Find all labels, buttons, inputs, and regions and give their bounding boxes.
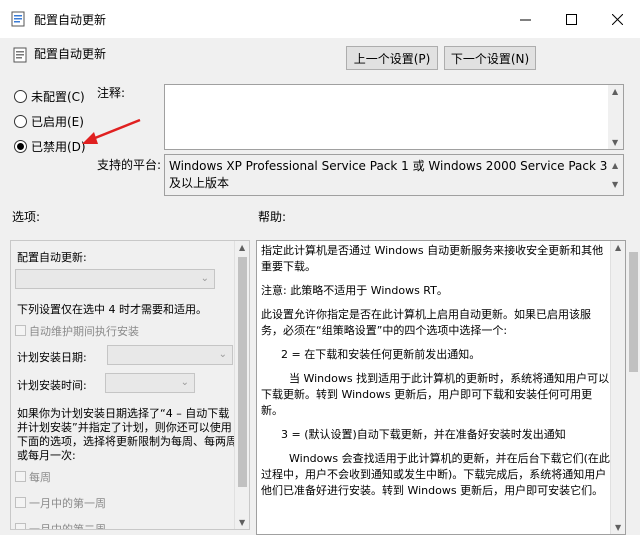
chevron-down-icon: ⌄ <box>180 377 189 388</box>
help-paragraph: 当 Windows 找到适用于此计算机的更新时，系统将通知用户可以下载更新。转到… <box>261 372 610 417</box>
maintenance-label: 自动维护期间执行安装 <box>29 325 139 338</box>
radio-label: 已启用(E) <box>31 115 84 129</box>
maintenance-checkbox[interactable] <box>15 325 26 336</box>
radio-not-configured[interactable]: 未配置(C) <box>14 88 85 105</box>
weekly-label: 每周 <box>29 471 51 484</box>
help-paragraph: 指定此计算机是否通过 Windows 自动更新服务来接收安全更新和其他重要下载。 <box>261 244 604 273</box>
window-title: 配置自动更新 <box>34 13 107 27</box>
scroll-down-icon[interactable]: ▼ <box>612 138 618 147</box>
help-paragraph: Windows 会查找适用于此计算机的更新，并在后台下载它们(在此过程中，用户不… <box>261 452 610 497</box>
setting-icon <box>13 47 27 63</box>
scroll-up-icon[interactable]: ▲ <box>615 243 621 252</box>
options-paragraph-line: 或每月一次: <box>17 449 76 462</box>
platform-field: Windows XP Professional Service Pack 1 或… <box>164 154 624 196</box>
configure-label: 配置自动更新: <box>17 251 87 264</box>
previous-setting-button[interactable]: 上一个设置(P) <box>346 46 438 70</box>
schedule-time-dropdown[interactable]: ⌄ <box>105 373 195 393</box>
help-scrollbar[interactable]: ▲ ▼ <box>610 241 625 534</box>
close-button[interactable] <box>594 0 640 38</box>
help-section-label: 帮助: <box>258 210 287 224</box>
chevron-down-icon: ⌄ <box>200 273 209 284</box>
options-panel: 配置自动更新: ⌄ 下列设置仅在选中 4 时才需要和适用。 自动维护期间执行安装… <box>10 240 250 530</box>
help-paragraph: 2 = 在下载和安装任何更新前发出通知。 <box>281 348 481 361</box>
schedule-time-label: 计划安装时间: <box>17 379 87 392</box>
setting-title: 配置自动更新 <box>34 47 107 61</box>
options-section-label: 选项: <box>12 210 41 224</box>
radio-disabled[interactable]: 已禁用(D) <box>14 138 86 155</box>
schedule-day-dropdown[interactable]: ⌄ <box>107 345 233 365</box>
radio-button[interactable] <box>14 140 27 153</box>
scroll-thumb[interactable] <box>629 252 638 372</box>
first-week-checkbox[interactable] <box>15 497 26 508</box>
scroll-up-icon[interactable]: ▲ <box>239 243 245 252</box>
scroll-up-icon[interactable]: ▲ <box>612 157 618 174</box>
window-scrollbar[interactable] <box>628 240 640 535</box>
scroll-down-icon[interactable]: ▼ <box>615 523 621 532</box>
maximize-button[interactable] <box>548 0 594 38</box>
maximize-icon <box>565 13 577 25</box>
scroll-thumb[interactable] <box>238 257 247 487</box>
help-paragraph: 3 = (默认设置)自动下载更新，并在准备好安装时发出通知 <box>281 428 566 441</box>
platform-value: Windows XP Professional Service Pack 1 或… <box>169 159 608 190</box>
radio-label: 未配置(C) <box>31 90 85 104</box>
radio-button[interactable] <box>14 115 27 128</box>
platform-scrollbar[interactable]: ▲ ▼ <box>608 155 623 195</box>
options-scrollbar[interactable]: ▲ ▼ <box>234 241 249 529</box>
next-setting-button[interactable]: 下一个设置(N) <box>444 46 536 70</box>
help-panel: 指定此计算机是否通过 Windows 自动更新服务来接收安全更新和其他重要下载。… <box>256 240 626 535</box>
scroll-down-icon[interactable]: ▼ <box>612 176 618 193</box>
help-paragraph: 注意: 此策略不适用于 Windows RT。 <box>261 284 448 297</box>
title-bar: 配置自动更新 <box>0 0 640 38</box>
comment-textarea[interactable]: ▲ ▼ <box>164 84 624 150</box>
help-paragraph: 此设置允许你指定是否在此计算机上启用自动更新。如果已启用该服务，必须在“组策略设… <box>261 308 591 337</box>
minimize-icon <box>519 19 531 20</box>
policy-icon <box>11 11 25 27</box>
comment-scrollbar[interactable]: ▲ ▼ <box>608 85 623 149</box>
weekly-checkbox[interactable] <box>15 471 26 482</box>
chevron-down-icon: ⌄ <box>218 349 227 360</box>
platform-label: 支持的平台: <box>97 158 162 172</box>
close-icon <box>611 13 623 25</box>
scroll-up-icon[interactable]: ▲ <box>612 87 618 96</box>
scroll-down-icon[interactable]: ▼ <box>239 518 245 527</box>
help-text: 指定此计算机是否通过 Windows 自动更新服务来接收安全更新和其他重要下载。… <box>261 243 611 507</box>
second-week-checkbox[interactable] <box>15 523 26 529</box>
comment-label: 注释: <box>97 86 126 100</box>
minimize-button[interactable] <box>502 0 548 38</box>
first-week-label: 一月中的第一周 <box>29 497 106 510</box>
radio-enabled[interactable]: 已启用(E) <box>14 113 84 130</box>
radio-button[interactable] <box>14 90 27 103</box>
configure-dropdown[interactable]: ⌄ <box>15 269 215 289</box>
annotation-arrow-icon <box>82 118 141 144</box>
second-week-label: 一月中的第二周 <box>29 523 106 530</box>
schedule-day-label: 计划安装日期: <box>17 351 87 364</box>
options-note: 下列设置仅在选中 4 时才需要和适用。 <box>17 303 207 316</box>
